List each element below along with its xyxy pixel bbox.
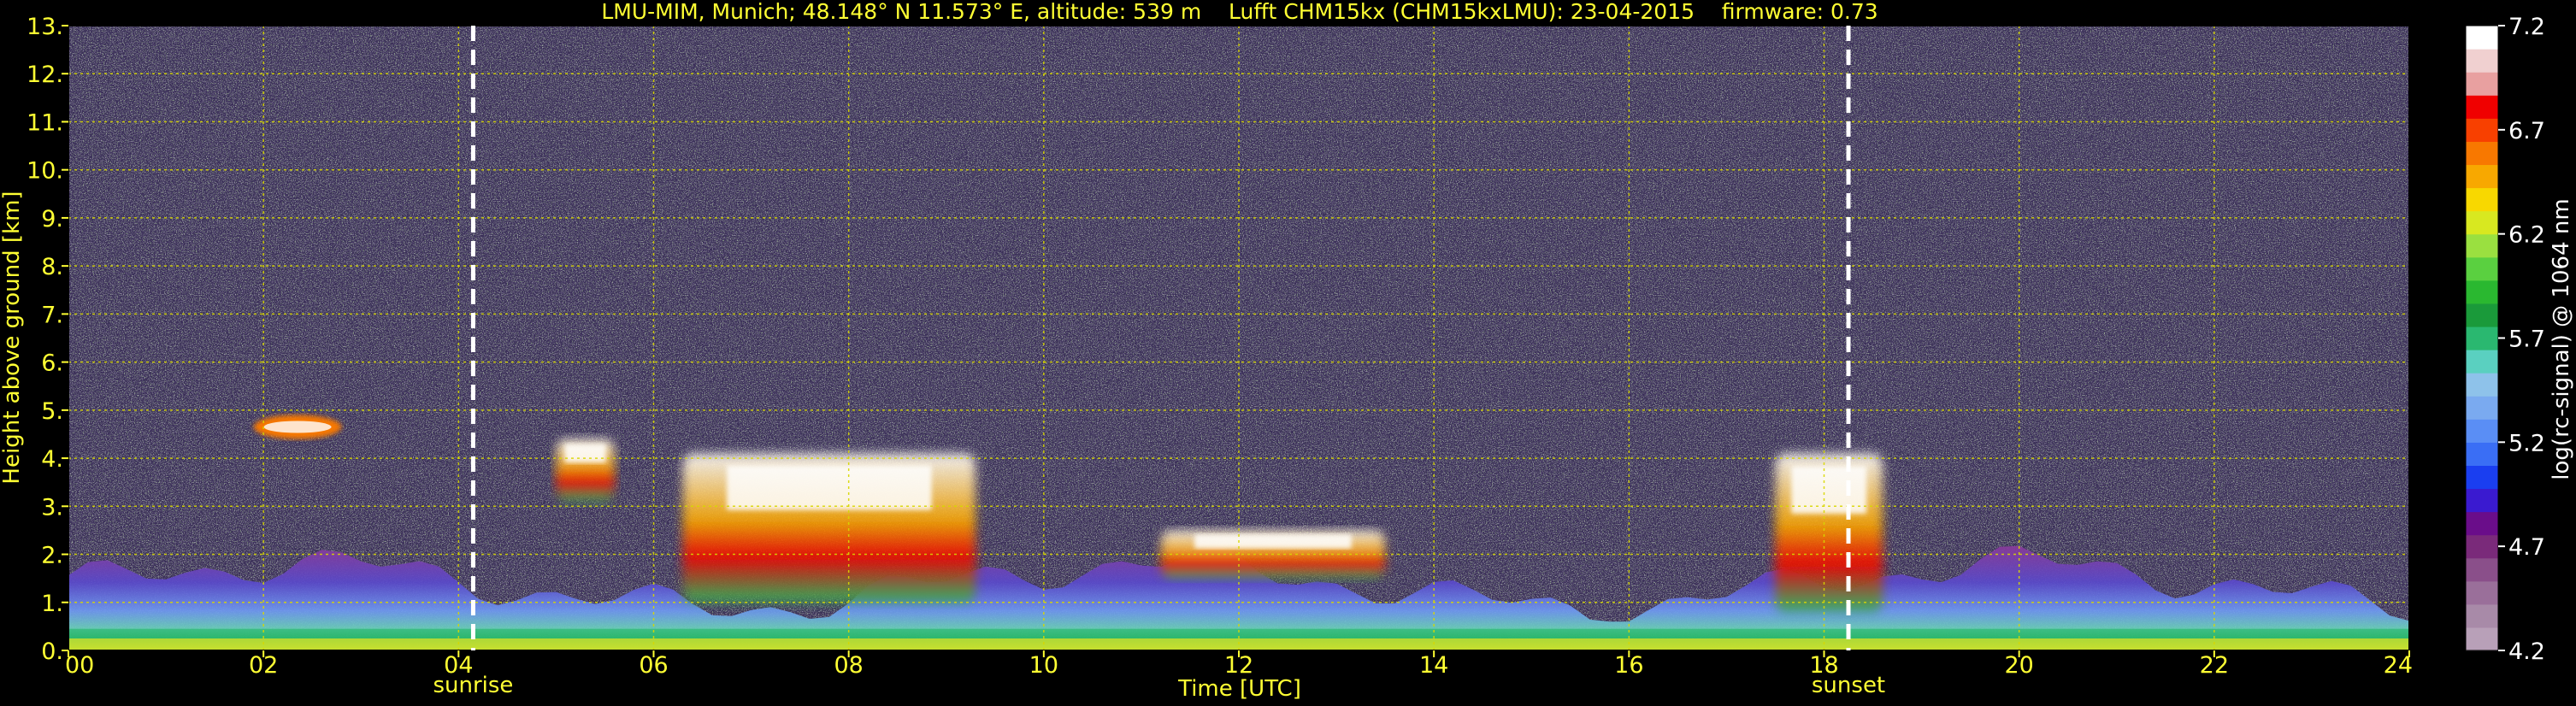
colorbar-segment: [2466, 164, 2498, 189]
y-tick-label: 4.: [41, 446, 63, 473]
colorbar-segment: [2466, 118, 2498, 142]
y-tick-label: 10.: [27, 158, 63, 185]
colorbar-segment: [2466, 326, 2498, 350]
colorbar-segment: [2466, 350, 2498, 374]
colorbar-tick-label: 4.7: [2508, 534, 2545, 561]
colorbar-segment: [2466, 603, 2498, 628]
colorbar-label: log(rc-signal) @ 1064 nm: [2549, 198, 2574, 479]
chart-title: LMU-MIM, Munich; 48.148° N 11.573° E, al…: [601, 0, 1877, 24]
x-tick-label: 08: [834, 652, 863, 679]
colorbar-segment: [2466, 26, 2498, 50]
colorbar-segment: [2466, 396, 2498, 420]
y-tick-label: 13.: [27, 14, 63, 40]
colorbar-segment: [2466, 303, 2498, 327]
y-tick-label: 8.: [41, 254, 63, 280]
colorbar-segment: [2466, 373, 2498, 397]
colorbar-segment: [2466, 72, 2498, 96]
y-tick-label: 9.: [41, 206, 63, 232]
x-axis-label: Time [UTC]: [1177, 676, 1301, 702]
colorbar-segment: [2466, 279, 2498, 304]
colorbar-segment: [2466, 256, 2498, 281]
x-tick-label: 20: [2004, 652, 2033, 679]
x-tick-label: 02: [249, 652, 278, 679]
colorbar-tick-label: 6.7: [2508, 118, 2545, 144]
colorbar-tick-label: 7.2: [2508, 14, 2545, 40]
y-tick-label: 5.: [41, 398, 63, 425]
x-tick-label: 04: [444, 652, 473, 679]
colorbar-tick-label: 5.2: [2508, 430, 2545, 456]
y-tick-label: 3.: [41, 494, 63, 521]
x-tick-label: 14: [1419, 652, 1448, 679]
x-tick-label: 22: [2200, 652, 2229, 679]
colorbar-segment: [2466, 141, 2498, 166]
y-tick-label: 2.: [41, 543, 63, 569]
colorbar-tick-label: 4.2: [2508, 638, 2545, 665]
x-tick-label: 18: [1809, 652, 1838, 679]
colorbar-segment: [2466, 557, 2498, 582]
cloud-core: [1194, 533, 1352, 549]
x-axis: 00 02 04 06 08 10 12 14 16 18 20 22 24: [65, 650, 2413, 679]
y-axis: 0. 1. 2. 3. 4. 5. 6. 7. 8. 9. 10. 11. 12. 13.: [27, 14, 68, 665]
cloud-core: [564, 444, 606, 463]
y-axis-label: Height above ground [km]: [0, 191, 25, 484]
colorbar-tick-label: 6.2: [2508, 222, 2545, 249]
colorbar-segment: [2466, 580, 2498, 605]
colorbar-segment: [2466, 488, 2498, 513]
colorbar-segment: [2466, 465, 2498, 490]
colorbar-segment: [2466, 95, 2498, 119]
x-tick-label: 00: [65, 652, 94, 679]
ceilometer-chart: sunrise sunset 0.1.2.3.4.5.6.7.8.9.10.11.…: [0, 0, 2574, 702]
colorbar-segment: [2466, 627, 2498, 651]
x-tick-label: 12: [1224, 652, 1253, 679]
colorbar-segment: [2466, 233, 2498, 258]
x-tick-label: 06: [639, 652, 668, 679]
x-tick-label: 16: [1614, 652, 1643, 679]
y-tick-label: 11.: [27, 109, 63, 136]
x-tick-label: 10: [1029, 652, 1058, 679]
colorbar-segment: [2466, 442, 2498, 466]
x-tick-label: 24: [2384, 652, 2413, 679]
colorbar-segment: [2466, 210, 2498, 235]
cloud-core: [727, 465, 932, 510]
colorbar-segment: [2466, 187, 2498, 212]
colorbar-tick-label: 5.7: [2508, 327, 2545, 353]
colorbar-segment: [2466, 419, 2498, 443]
elevated-aerosol-core: [263, 421, 332, 433]
y-tick-label: 1.: [41, 591, 63, 617]
colorbar: 4.2 4.7 5.2 5.7 6.2 6.7 7.2: [2465, 14, 2545, 665]
y-tick-label: 6.: [41, 350, 63, 377]
y-tick-label: 0.: [41, 638, 63, 665]
colorbar-segment: [2466, 511, 2498, 536]
colorbar-segment: [2466, 49, 2498, 73]
colorbar-segment: [2466, 534, 2498, 559]
y-tick-label: 7.: [41, 302, 63, 328]
y-tick-label: 12.: [27, 62, 63, 88]
